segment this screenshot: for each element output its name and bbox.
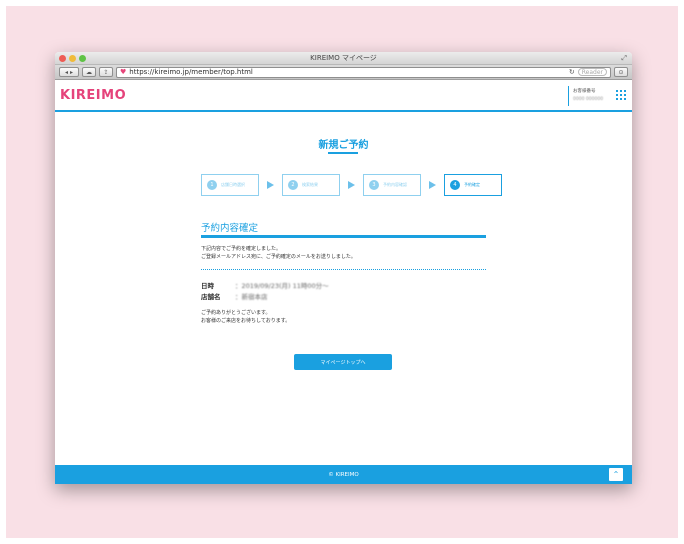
- section-divider: [201, 235, 486, 238]
- site-logo[interactable]: KIREIMO: [60, 88, 126, 103]
- member-number-label: お客様番号: [573, 89, 596, 94]
- mypage-top-button[interactable]: マイページトップへ: [294, 354, 392, 370]
- step-arrow-icon: [429, 181, 436, 189]
- page-top-button[interactable]: ⌃: [609, 468, 623, 481]
- step-2: 2 検索結果: [282, 174, 340, 196]
- site-header: KIREIMO お客様番号 0000 000000: [55, 80, 632, 112]
- downloads-button[interactable]: ⊙: [614, 67, 628, 77]
- step-3: 3 予約内容確認: [363, 174, 421, 196]
- site-footer: © KIREIMO ⌃: [55, 465, 632, 484]
- confirmation-message: 下記内容でご予約を確定しました。 ご登録メールアドレス宛に、ご予約確定のメールを…: [201, 245, 356, 261]
- store-label: 店舗名: [201, 293, 221, 301]
- fullscreen-icon[interactable]: ⤢: [621, 54, 627, 63]
- browser-toolbar: ◂ ▸ ☁ ⇪ ♥ https://kireimo.jp/member/top.…: [55, 65, 632, 80]
- progress-steps: 1 店舗日時選択 2 検索結果 3 予約内容確認 4 予約確定: [201, 174, 502, 196]
- share-button[interactable]: ⇪: [99, 67, 113, 77]
- title-underline: [328, 152, 358, 154]
- grid-menu-icon[interactable]: [616, 90, 626, 100]
- dotted-divider: [201, 269, 486, 270]
- step-number: 4: [450, 180, 460, 190]
- section-title: 予約内容確定: [201, 223, 259, 234]
- member-number-value: 0000 000000: [573, 97, 604, 102]
- thanks-message: ご予約ありがとうございます。 お客様のご来店をお待ちしております。: [201, 309, 290, 325]
- step-arrow-icon: [267, 181, 274, 189]
- step-number: 3: [369, 180, 379, 190]
- step-1: 1 店舗日時選択: [201, 174, 259, 196]
- chevron-up-icon: ⌃: [612, 470, 620, 479]
- member-number-box: お客様番号 0000 000000: [568, 86, 608, 106]
- page-title: 新規ご予約: [318, 140, 369, 151]
- message-line: ご登録メールアドレス宛に、ご予約確定のメールをお送りしました。: [201, 254, 356, 260]
- step-label: 検索結果: [302, 182, 318, 187]
- date-label: 日時: [201, 282, 214, 290]
- step-4-active: 4 予約確定: [444, 174, 502, 196]
- window-titlebar: KIREIMO マイページ ⤢: [55, 52, 632, 65]
- reader-button[interactable]: Reader: [577, 68, 607, 76]
- reservation-store-row: 店舗名 ：新宿本店: [201, 291, 268, 301]
- reservation-date-row: 日時 ：2019/09/23(月) 11時00分～: [201, 280, 329, 290]
- copyright-text: © KIREIMO: [328, 471, 359, 478]
- message-line: 下記内容でご予約を確定しました。: [201, 246, 282, 252]
- step-label: 店舗日時選択: [221, 182, 245, 187]
- icloud-tabs-button[interactable]: ☁: [82, 67, 96, 77]
- store-value: ：新宿本店: [235, 293, 268, 301]
- browser-window: KIREIMO マイページ ⤢ ◂ ▸ ☁ ⇪ ♥ https://kireim…: [55, 52, 632, 484]
- step-number: 2: [288, 180, 298, 190]
- favicon-heart-icon: ♥: [120, 68, 127, 76]
- window-title: KIREIMO マイページ: [310, 54, 377, 62]
- reload-icon[interactable]: ↻: [569, 68, 575, 76]
- back-forward-button[interactable]: ◂ ▸: [59, 67, 79, 77]
- step-number: 1: [207, 180, 217, 190]
- address-bar[interactable]: ♥ https://kireimo.jp/member/top.html ↻ R…: [116, 66, 611, 78]
- url-text: https://kireimo.jp/member/top.html: [129, 68, 253, 76]
- step-arrow-icon: [348, 181, 355, 189]
- date-value: ：2019/09/23(月) 11時00分～: [235, 282, 329, 290]
- main-content: 新規ご予約 1 店舗日時選択 2 検索結果 3 予約内容確認 4 予約確定 予約…: [55, 112, 632, 445]
- message-line: ご予約ありがとうございます。: [201, 310, 271, 316]
- step-label: 予約内容確認: [383, 182, 407, 187]
- step-label: 予約確定: [464, 182, 480, 187]
- message-line: お客様のご来店をお待ちしております。: [201, 318, 291, 324]
